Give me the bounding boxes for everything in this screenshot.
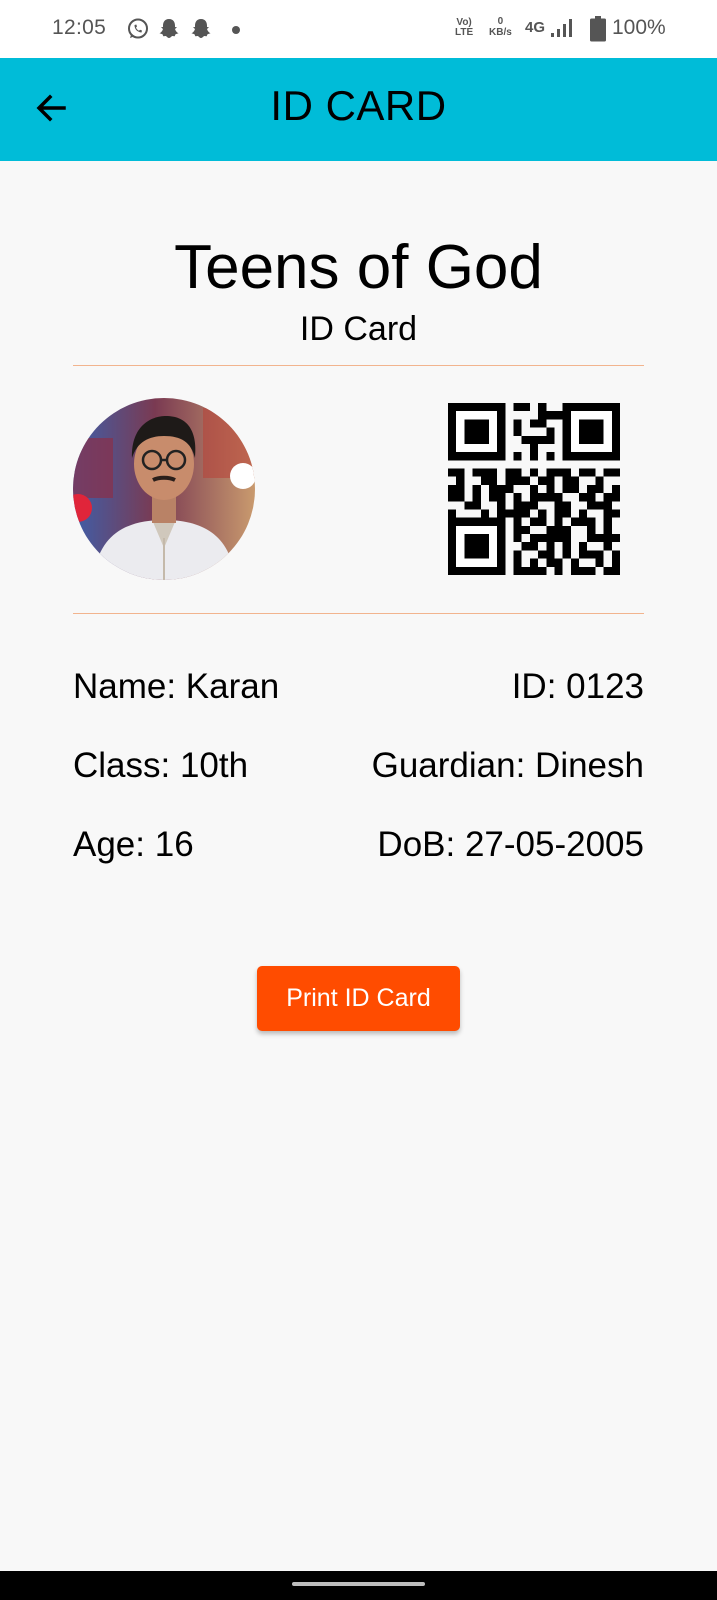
battery-percent: 100% (612, 16, 666, 39)
status-time: 12:05 (52, 16, 107, 39)
dob-field: DoB: 27-05-2005 (377, 825, 644, 864)
qr-code (448, 403, 620, 575)
divider (73, 613, 644, 614)
dot-icon (232, 26, 240, 34)
profile-photo (73, 398, 255, 580)
card-subtitle: ID Card (299, 310, 418, 348)
page-title: ID CARD (270, 82, 447, 129)
whatsapp-icon (128, 18, 148, 39)
app-bar: ID CARD (0, 58, 717, 161)
info-row: Name: Karan ID: 0123 (73, 667, 644, 711)
snapchat-icon (191, 19, 211, 38)
divider (73, 365, 644, 366)
navigation-bar (0, 1571, 717, 1600)
age-field: Age: 16 (73, 825, 194, 864)
status-bar: 12:05 Vo) LTE 0 KB/s 4G 100% (0, 0, 717, 58)
signal-icon (551, 19, 572, 37)
info-row: Class: 10th Guardian: Dinesh (73, 746, 644, 790)
snapchat-icon (159, 19, 179, 38)
volte-indicator: Vo) LTE (455, 17, 474, 38)
battery-icon (590, 16, 606, 42)
home-gesture-handle[interactable] (292, 1582, 425, 1586)
class-field: Class: 10th (73, 746, 249, 785)
print-id-card-button[interactable]: Print ID Card (257, 966, 460, 1031)
organization-name: Teens of God (174, 233, 543, 302)
id-field: ID: 0123 (511, 667, 644, 706)
name-field: Name: Karan (73, 667, 280, 706)
data-speed-indicator: 0 KB/s (489, 16, 512, 38)
network-type: 4G (525, 19, 546, 36)
info-row: Age: 16 DoB: 27-05-2005 (73, 825, 644, 869)
guardian-field: Guardian: Dinesh (371, 746, 644, 785)
